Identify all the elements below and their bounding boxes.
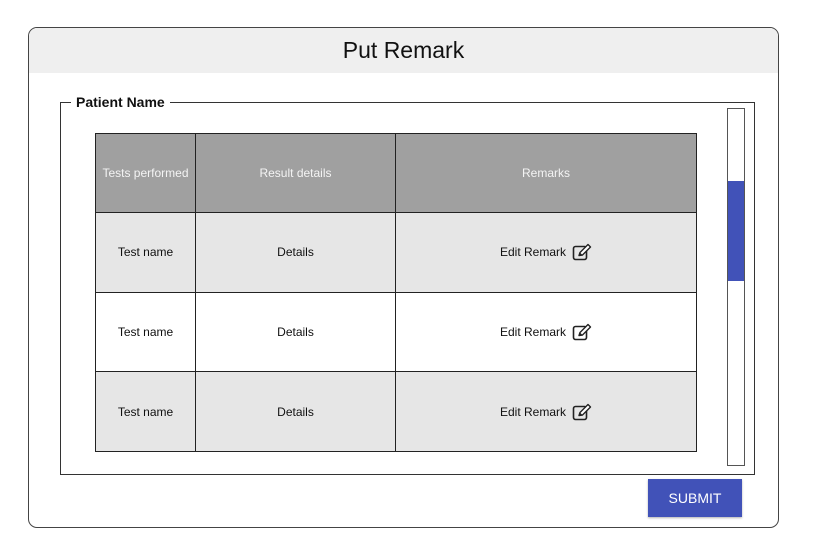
edit-remark-link[interactable]: Edit Remark	[500, 323, 592, 341]
edit-remark-label: Edit Remark	[499, 324, 567, 339]
table-header-row: Tests performed Result details Remarks	[95, 133, 697, 213]
remarks-cell: Edit Remark	[395, 212, 697, 293]
table-row: Test name Details Edit Remark	[95, 291, 697, 373]
remarks-cell: Edit Remark	[395, 371, 697, 452]
dialog-title: Put Remark	[342, 37, 465, 63]
column-header-results: Result details	[195, 133, 396, 213]
tests-table: Tests performed Result details Remarks T…	[95, 133, 697, 452]
vertical-scrollbar[interactable]	[727, 108, 745, 466]
test-name-cell: Test name	[95, 291, 196, 373]
edit-remark-label: Edit Remark	[499, 404, 567, 419]
test-name-cell: Test name	[95, 212, 196, 293]
result-details-cell: Details	[195, 371, 396, 452]
edit-icon[interactable]	[572, 323, 592, 341]
result-details-cell: Details	[195, 291, 396, 373]
scrollbar-thumb[interactable]	[728, 181, 744, 281]
column-header-remarks: Remarks	[395, 133, 697, 213]
edit-icon[interactable]	[572, 243, 592, 261]
patient-fieldset: Patient Name Tests performed Result deta…	[60, 93, 755, 475]
dialog-title-bar: Put Remark	[29, 28, 778, 73]
put-remark-dialog: Put Remark Patient Name Tests performed …	[28, 27, 779, 528]
result-details-cell: Details	[195, 212, 396, 293]
submit-button[interactable]: SUBMIT	[648, 479, 742, 517]
test-name-cell: Test name	[95, 371, 196, 452]
column-header-tests: Tests performed	[95, 133, 196, 213]
edit-remark-link[interactable]: Edit Remark	[500, 403, 592, 421]
remarks-cell: Edit Remark	[395, 291, 697, 373]
table-row: Test name Details Edit Remark	[95, 371, 697, 452]
patient-name-legend: Patient Name	[71, 93, 170, 111]
edit-icon[interactable]	[572, 403, 592, 421]
table-row: Test name Details Edit Remark	[95, 212, 697, 293]
edit-remark-link[interactable]: Edit Remark	[500, 243, 592, 261]
edit-remark-label: Edit Remark	[499, 245, 567, 260]
